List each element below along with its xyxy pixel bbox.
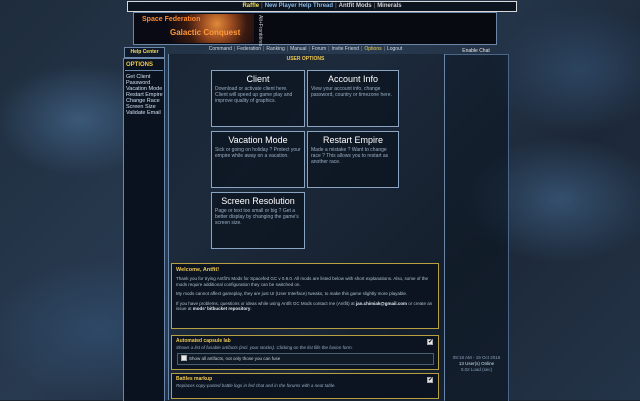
nav-options[interactable]: Options (364, 46, 381, 52)
server-time: 09:18 AM - 19 Oct 2016 (452, 355, 501, 360)
option-client-title: Client (246, 74, 270, 84)
mod-battles-markup-desc: Replaces copy-pasted battle logs in fed … (176, 383, 336, 388)
option-vacation-mode-title: Vacation Mode (228, 135, 288, 145)
page-load-time: 0.02 Load (sec) (460, 367, 493, 372)
show-all-artifacts-checkbox[interactable] (181, 355, 187, 361)
mod-capsule-lab-title: Automated capsule lab (176, 338, 231, 344)
option-restart-empire-title: Restart Empire (322, 135, 384, 145)
option-restart-empire-desc: Made a mistake ? Want to change race ? T… (311, 147, 389, 165)
welcome-panel: Welcome, Antfit! Thank you for trying An… (171, 263, 439, 329)
welcome-paragraph-1: Thank you for trying Antfit's Mods for S… (176, 276, 428, 287)
banner-side-text: Alt+Frontières (257, 15, 263, 47)
top-nav-new-player-help[interactable]: New Player Help Thread (265, 3, 333, 9)
option-screen-resolution-title: Screen Resolution (221, 196, 295, 206)
nav-command[interactable]: Command (209, 46, 232, 52)
mod-battles-markup-title: Battles markup (176, 376, 213, 382)
game-banner[interactable]: Space Federation Galactic Conquest Alt+F… (133, 12, 497, 47)
option-vacation-mode[interactable]: Vacation Mode Sick or going on holiday ?… (211, 131, 305, 188)
mod-battles-markup: Battles markup Replaces copy-pasted batt… (171, 373, 439, 399)
right-info-panel: 09:18 AM - 19 Oct 2016 13 User(s) Online… (444, 54, 509, 401)
option-screen-resolution[interactable]: Screen Resolution Page or text too small… (211, 192, 305, 249)
main-nav: Command | Federation | Ranking | Manual | Forum |… (208, 46, 403, 52)
nav-invite-friend[interactable]: Invite Friend (332, 46, 360, 52)
option-account-info[interactable]: Account Info View your account info, cha… (307, 70, 399, 127)
users-online[interactable]: 13 User(s) Online (445, 361, 508, 366)
top-nav-raffle[interactable]: Raffle (242, 3, 259, 9)
top-nav-minerals[interactable]: Minerals (377, 3, 401, 9)
option-restart-empire[interactable]: Restart Empire Made a mistake ? Want to … (307, 131, 399, 188)
bitbucket-repo-link[interactable]: mods' bitbucket repository (193, 306, 251, 311)
capsule-lab-suboption: Show all artifacts, not only those you c… (177, 353, 434, 365)
welcome-paragraph-2: My mods cannot affect gameplay, they are… (176, 291, 408, 296)
mod-capsule-lab-desc: Shows a list of fusable artifacts (incl.… (176, 345, 353, 350)
banner-title-line1: Space Federation (142, 16, 201, 23)
top-nav-bar: Raffle | New Player Help Thread | Antfit Mod… (127, 1, 517, 12)
option-screen-resolution-desc: Page or text too small or big ? Get a be… (215, 208, 299, 226)
options-sidebar-title: OPTIONS (126, 62, 154, 68)
welcome-contact-end: . (250, 306, 252, 311)
mod-battles-markup-checkbox[interactable] (427, 376, 433, 383)
top-nav-antfit-mods[interactable]: Antfit Mods (339, 3, 372, 9)
option-client[interactable]: Client Download or activate client here.… (211, 70, 305, 127)
banner-title-line2: Galactic Conquest (170, 28, 241, 37)
nav-forum[interactable]: Forum (312, 46, 326, 52)
option-vacation-mode-desc: Sick or going on holiday ? Protect your … (215, 147, 301, 159)
welcome-heading: Welcome, Antfit! (176, 267, 220, 273)
nav-manual[interactable]: Manual (290, 46, 306, 52)
option-account-info-title: Account Info (327, 74, 379, 84)
contact-email-link[interactable]: jan.chimiak@gmail.com (356, 301, 407, 306)
sidebar-divider (125, 70, 163, 71)
page-title: USER OPTIONS (286, 56, 325, 62)
option-client-desc: Download or activate client here. Client… (215, 86, 293, 104)
nav-ranking[interactable]: Ranking (266, 46, 284, 52)
sidebar-item-validate-email[interactable]: Validate Email (124, 110, 164, 116)
nav-federation[interactable]: Federation (237, 46, 261, 52)
options-sidebar: OPTIONS Get Client Password Vacation Mod… (123, 58, 165, 401)
welcome-contact-text: If you have problems, questions or ideas… (176, 300, 355, 306)
welcome-paragraph-3: If you have problems, questions or ideas… (176, 301, 434, 312)
option-account-info-desc: View your account info, change password,… (311, 86, 392, 98)
mod-capsule-lab-checkbox[interactable] (427, 338, 433, 345)
show-all-artifacts-label: Show all artifacts, not only those you c… (189, 356, 281, 361)
help-center-button[interactable]: Help Center (124, 47, 165, 58)
mod-automated-capsule-lab: Automated capsule lab Shows a list of fu… (171, 335, 439, 370)
nav-logout[interactable]: Logout (387, 46, 402, 52)
